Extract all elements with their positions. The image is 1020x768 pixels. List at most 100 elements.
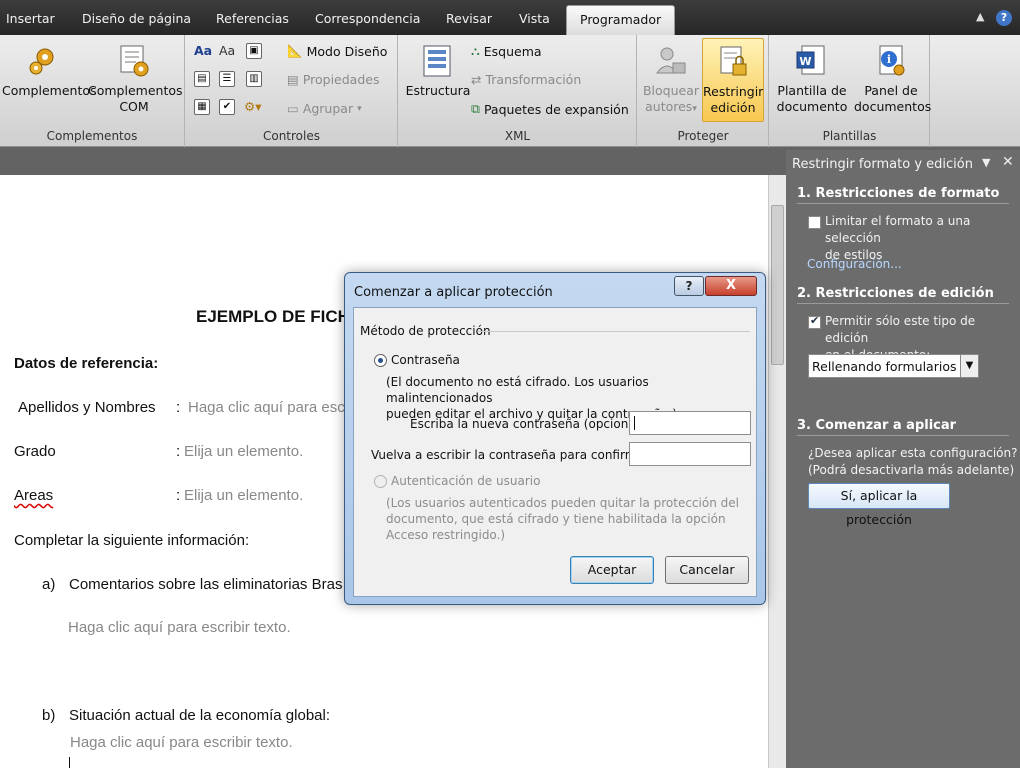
rich-text-control-button[interactable]: Aa: [194, 43, 212, 58]
picture-icon: ▣: [246, 43, 262, 59]
svg-text:W: W: [799, 55, 811, 68]
editing-type-select[interactable]: Rellenando formularios ▼: [808, 354, 979, 378]
group-label-controles: Controles: [262, 129, 320, 143]
combo-box-control-button[interactable]: ☰: [219, 71, 235, 87]
aa-plain-icon: Aa: [219, 43, 236, 58]
fieldset-divider: [478, 331, 750, 332]
chevron-down-icon: ▾: [692, 104, 697, 114]
confirm-password-input[interactable]: [629, 442, 751, 466]
password-radio[interactable]: [374, 354, 387, 367]
list-item-a: Comentarios sobre las eliminatorias Bras: [69, 576, 343, 593]
group-xml: Estructura ⛬ Esquema ⇄ Transformación ⧉ Paq…: [399, 35, 637, 147]
pane-menu-icon[interactable]: ▼: [982, 156, 990, 169]
list-marker-a: a): [42, 576, 56, 593]
complementos-button[interactable]: Complementos: [2, 43, 97, 99]
chevron-down-icon[interactable]: ▼: [960, 355, 978, 377]
ribbon-tab-bar: Insertar Diseño de página Referencias Co…: [0, 0, 1020, 35]
tab-insertar[interactable]: Insertar: [6, 11, 55, 26]
apply-protection-button[interactable]: Sí, aplicar la protección: [808, 483, 950, 527]
list-item-b: Situación actual de la economía global:: [69, 707, 331, 724]
com-addins-icon: [120, 45, 149, 77]
transform-icon: ⇄: [471, 72, 482, 87]
design-mode-icon: 📐: [287, 43, 303, 58]
legacy-tools-button[interactable]: ⚙▾: [244, 99, 261, 114]
aa-icon: Aa: [194, 43, 213, 58]
settings-link[interactable]: Configuración...: [807, 257, 902, 271]
apellidos-label: Apellidos y Nombres: [18, 399, 156, 416]
tab-diseno-pagina[interactable]: Diseño de página: [82, 11, 191, 26]
help-icon[interactable]: ?: [996, 10, 1012, 26]
propiedades-button[interactable]: ▤ Propiedades: [287, 72, 379, 87]
document-panel-icon: i: [879, 45, 905, 76]
pane-close-icon[interactable]: ✕: [1002, 154, 1014, 170]
item-b-text-field[interactable]: Haga clic aquí para escribir texto.: [70, 734, 293, 751]
checkbox-icon: ✔: [219, 99, 235, 115]
lock-document-icon: [720, 46, 747, 76]
colon: :: [176, 487, 181, 504]
agrupar-button[interactable]: ▭ Agrupar ▾: [287, 101, 362, 116]
section-editing-restrictions: 2. Restricciones de edición: [797, 286, 1009, 304]
tab-referencias[interactable]: Referencias: [216, 11, 289, 26]
group-label-complementos: Complementos: [46, 129, 138, 143]
bloquear-autores-button[interactable]: Bloquear autores▾: [642, 43, 700, 117]
enforcement-question: ¿Desea aplicar esta configuración? (Podrá…: [808, 446, 1018, 477]
tab-vista[interactable]: Vista: [519, 11, 550, 26]
estructura-button[interactable]: Estructura: [403, 43, 473, 99]
dialog-help-button[interactable]: ?: [674, 276, 704, 296]
collapse-ribbon-icon[interactable]: ▲: [976, 10, 984, 23]
paquetes-expansion-button[interactable]: ⧉ Paquetes de expansión: [471, 101, 629, 117]
user-authentication-label[interactable]: Autenticación de usuario: [391, 473, 540, 489]
complementos-com-button[interactable]: Complementos COM: [88, 43, 183, 115]
list-marker-b: b): [42, 707, 56, 724]
scrollbar-thumb[interactable]: [771, 205, 784, 365]
calendar-icon: ▦: [194, 99, 210, 115]
tab-programador[interactable]: Programador: [566, 5, 676, 35]
tab-revisar[interactable]: Revisar: [446, 11, 492, 26]
item-a-text-field[interactable]: Haga clic aquí para escribir texto.: [68, 619, 291, 636]
restringir-edicion-button[interactable]: Restringir edición: [702, 38, 764, 122]
colon: :: [176, 443, 181, 460]
completar-heading: Completar la siguiente información:: [14, 532, 250, 549]
grado-dropdown[interactable]: Elija un elemento.: [184, 443, 303, 460]
date-picker-control-button[interactable]: ▦: [194, 99, 210, 115]
plain-text-control-button[interactable]: Aa: [219, 43, 235, 58]
password-radio-label[interactable]: Contraseña: [391, 352, 460, 368]
cancel-button[interactable]: Cancelar: [665, 556, 749, 584]
dropdown-control-button[interactable]: ▥: [246, 71, 262, 87]
dialog-close-button[interactable]: X: [705, 276, 757, 296]
dropdown-list-icon: ▥: [246, 71, 262, 87]
pane-dock-strip: [766, 147, 788, 175]
allow-editing-type-checkbox[interactable]: [808, 314, 821, 329]
plantilla-documento-button[interactable]: W Plantilla de documento: [774, 43, 850, 115]
building-block-control-button[interactable]: ▤: [194, 71, 210, 87]
ok-button[interactable]: Aceptar: [570, 556, 654, 584]
schema-icon: ⛬: [471, 43, 480, 58]
tab-correspondencia[interactable]: Correspondencia: [315, 11, 420, 26]
group-icon: ▭: [287, 101, 299, 116]
dialog-title: Comenzar a aplicar protección: [354, 285, 553, 300]
picture-control-button[interactable]: ▣: [246, 43, 262, 59]
panel-documentos-button[interactable]: i Panel de documentos: [854, 43, 931, 115]
structure-icon: [423, 45, 451, 77]
user-authentication-radio[interactable]: [374, 475, 387, 488]
group-label-plantillas: Plantillas: [822, 129, 877, 143]
limit-formatting-checkbox[interactable]: [808, 216, 821, 229]
apellidos-field[interactable]: Haga clic aquí para escr: [188, 399, 350, 416]
transformacion-button[interactable]: ⇄ Transformación: [471, 72, 581, 87]
text-caret: [69, 757, 70, 768]
combo-box-icon: ☰: [219, 71, 235, 87]
text-caret: [634, 416, 635, 430]
vertical-scrollbar[interactable]: [768, 175, 786, 768]
group-controles: Aa Aa ▣ ▤ ☰ ▥ ▦ ✔ ⚙▾ 📐 Modo Diseño ▤ Propi…: [186, 35, 398, 147]
protection-method-label: Método de protección: [360, 324, 491, 338]
esquema-button[interactable]: ⛬ Esquema: [471, 43, 542, 59]
colon: :: [176, 399, 181, 416]
pane-title: Restringir formato y edición: [792, 157, 973, 172]
new-password-label: Escriba la nueva contraseña (opcional):: [410, 417, 648, 431]
group-label-proteger: Proteger: [677, 129, 729, 143]
authentication-note: (Los usuarios autenticados pueden quitar…: [386, 496, 739, 542]
areas-dropdown[interactable]: Elija un elemento.: [184, 487, 303, 504]
modo-diseno-button[interactable]: 📐 Modo Diseño: [287, 43, 387, 59]
new-password-input[interactable]: [629, 411, 751, 435]
checkbox-control-button[interactable]: ✔: [219, 99, 235, 115]
